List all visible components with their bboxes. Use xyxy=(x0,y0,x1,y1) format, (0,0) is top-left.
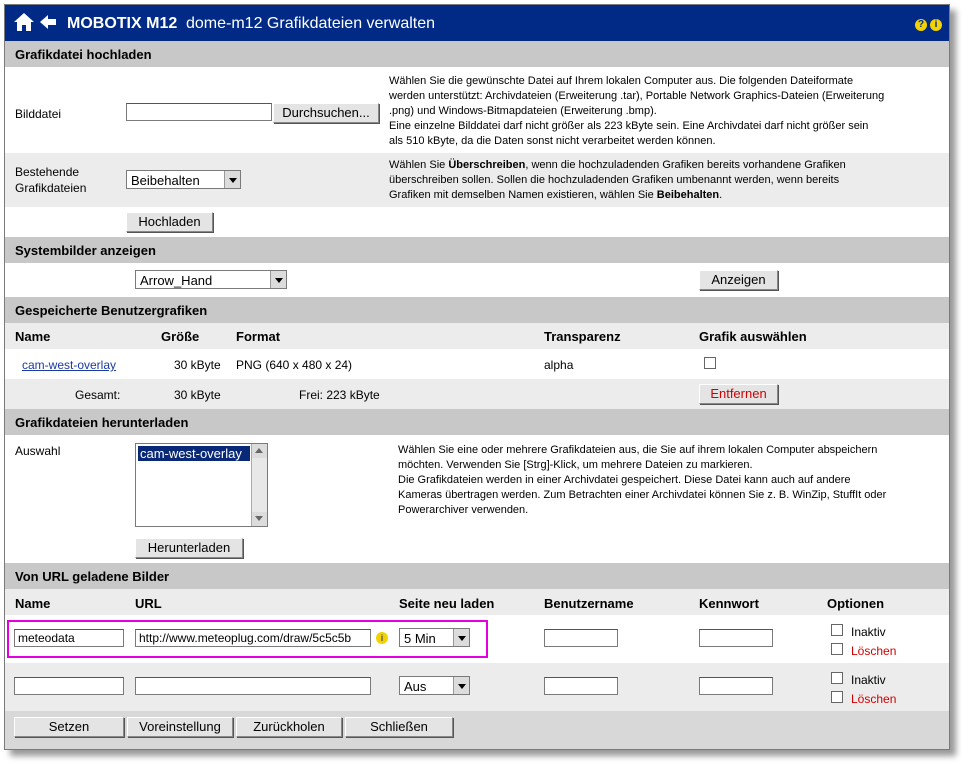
back-arrow-icon[interactable] xyxy=(39,14,57,33)
system-image-select[interactable]: Arrow_Hand xyxy=(135,270,287,289)
show-button[interactable]: Anzeigen xyxy=(699,270,778,290)
existing-label-1: Bestehende xyxy=(15,165,80,179)
download-file-list[interactable]: cam-west-overlay xyxy=(135,443,268,527)
password-input[interactable] xyxy=(699,629,773,647)
download-row: Auswahl cam-west-overlay Wählen Sie eine… xyxy=(5,435,949,535)
browse-button[interactable]: Durchsuchen... xyxy=(273,103,379,123)
download-description: Wählen Sie eine oder mehrere Grafikdatei… xyxy=(398,444,887,516)
graphic-format: PNG (640 x 480 x 24) xyxy=(236,358,353,372)
inactive-label: Inaktiv xyxy=(851,673,886,687)
inactive-checkbox[interactable] xyxy=(831,672,843,684)
upload-button-row: Hochladen xyxy=(5,207,949,237)
url-row-2: Aus Inaktiv Löschen xyxy=(5,663,949,711)
col-header-reload: Seite neu laden xyxy=(399,596,495,611)
scrollbar[interactable] xyxy=(251,444,267,526)
download-button-row: Herunterladen xyxy=(5,535,949,563)
close-button[interactable]: Schließen xyxy=(345,717,453,737)
inactive-label: Inaktiv xyxy=(851,625,886,639)
help-icon[interactable]: ? xyxy=(915,19,927,31)
page-title: dome-m12 Grafikdateien verwalten xyxy=(186,15,436,32)
download-button[interactable]: Herunterladen xyxy=(135,538,243,558)
url-table-header: Name URL Seite neu laden Benutzername Ke… xyxy=(5,589,949,615)
title-bar: MOBOTIX M12 dome-m12 Grafikdateien verwa… xyxy=(5,5,949,41)
file-input[interactable] xyxy=(126,103,272,121)
graphic-size: 30 kByte xyxy=(174,358,221,372)
password-input[interactable] xyxy=(699,677,773,695)
selection-label: Auswahl xyxy=(15,444,61,458)
upload-button[interactable]: Hochladen xyxy=(126,212,213,232)
url-name-input[interactable] xyxy=(14,677,124,695)
remove-button[interactable]: Entfernen xyxy=(699,384,778,404)
restore-button[interactable]: Zurückholen xyxy=(236,717,342,737)
chevron-down-icon xyxy=(270,271,286,288)
col-header-username: Benutzername xyxy=(544,596,634,611)
section-upload: Grafikdatei hochladen xyxy=(5,41,949,67)
file-label: Bilddatei xyxy=(15,107,62,121)
free-space: Frei: 223 kByte xyxy=(299,388,380,402)
section-url-images: Von URL geladene Bilder xyxy=(5,563,949,589)
delete-checkbox[interactable] xyxy=(831,691,843,703)
app-window: MOBOTIX M12 dome-m12 Grafikdateien verwa… xyxy=(4,4,950,750)
set-button[interactable]: Setzen xyxy=(14,717,124,737)
username-input[interactable] xyxy=(544,677,618,695)
delete-checkbox[interactable] xyxy=(831,643,843,655)
info-icon[interactable]: i xyxy=(930,19,942,31)
reload-select[interactable]: Aus xyxy=(399,676,470,695)
system-images-row: Arrow_Hand Anzeigen xyxy=(5,263,949,297)
total-label: Gesamt: xyxy=(75,388,121,402)
upload-description: Wählen Sie die gewünschte Datei auf Ihre… xyxy=(389,75,885,147)
delete-label: Löschen xyxy=(851,644,897,658)
scroll-up-icon[interactable] xyxy=(252,444,267,458)
brand-title: MOBOTIX M12 xyxy=(67,15,178,32)
chevron-down-icon xyxy=(224,171,240,188)
delete-label: Löschen xyxy=(851,692,897,706)
col-header-password: Kennwort xyxy=(699,596,759,611)
graphic-name-link[interactable]: cam-west-overlay xyxy=(22,358,116,372)
url-input[interactable] xyxy=(135,677,371,695)
chevron-down-icon xyxy=(453,677,469,694)
existing-files-row: Bestehende Grafikdateien Beibehalten Wäh… xyxy=(5,153,949,207)
existing-files-select[interactable]: Beibehalten xyxy=(126,170,241,189)
scroll-down-icon[interactable] xyxy=(252,512,267,526)
col-header-url-name: Name xyxy=(15,596,51,611)
highlight-box xyxy=(7,620,488,658)
total-size: 30 kByte xyxy=(174,388,221,402)
col-header-select: Grafik auswählen xyxy=(699,329,807,344)
graphic-select-checkbox[interactable] xyxy=(704,357,716,369)
col-header-name: Name xyxy=(15,329,51,344)
col-header-url: URL xyxy=(135,596,162,611)
graphic-transparency: alpha xyxy=(544,358,574,372)
section-system-images: Systembilder anzeigen xyxy=(5,237,949,263)
table-row: cam-west-overlay 30 kByte PNG (640 x 480… xyxy=(5,349,949,379)
section-download: Grafikdateien herunterladen xyxy=(5,409,949,435)
default-button[interactable]: Voreinstellung xyxy=(127,717,233,737)
list-item[interactable]: cam-west-overlay xyxy=(138,446,250,461)
section-stored-graphics: Gespeicherte Benutzergrafiken xyxy=(5,297,949,323)
inactive-checkbox[interactable] xyxy=(831,624,843,636)
col-header-options: Optionen xyxy=(827,596,885,611)
upload-file-row: Bilddatei Durchsuchen... Wählen Sie die … xyxy=(5,67,949,153)
stored-total-row: Gesamt: 30 kByte Frei: 223 kByte Entfern… xyxy=(5,379,949,409)
stored-table-header: Name Größe Format Transparenz Grafik aus… xyxy=(5,323,949,349)
col-header-format: Format xyxy=(236,329,281,344)
footer-bar: Setzen Voreinstellung Zurückholen Schlie… xyxy=(5,711,949,749)
col-header-size: Größe xyxy=(161,329,200,344)
home-icon[interactable] xyxy=(13,12,35,35)
username-input[interactable] xyxy=(544,629,618,647)
existing-label-2: Grafikdateien xyxy=(15,181,87,195)
col-header-transparency: Transparenz xyxy=(544,329,621,344)
existing-description: Wählen Sie Überschreiben, wenn die hochz… xyxy=(389,159,846,201)
